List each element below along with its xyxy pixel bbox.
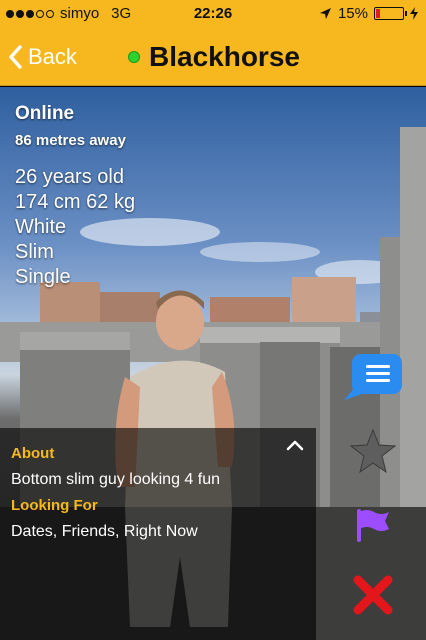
back-button[interactable]: Back (8, 40, 77, 74)
battery-percent: 15% (337, 5, 368, 22)
about-heading: About (11, 445, 55, 462)
status-bar: simyo 3G 22:26 15% (0, 0, 426, 28)
looking-for-heading: Looking For (11, 497, 98, 514)
profile-details: Online 86 metres away 26 years old 174 c… (15, 103, 135, 290)
online-status: Online (15, 103, 75, 124)
profile-title: Blackhorse (128, 40, 300, 74)
close-icon (353, 575, 393, 615)
online-indicator-icon (128, 51, 140, 63)
navigation-bar: Back Blackhorse (0, 28, 426, 86)
chevron-up-icon[interactable] (284, 434, 306, 456)
distance-text: 86 metres away (15, 132, 126, 149)
block-button[interactable] (352, 574, 394, 621)
about-text: Bottom slim guy looking 4 fun (11, 471, 220, 488)
profile-stats: 26 years old 174 cm 62 kg White Slim Sin… (15, 165, 135, 290)
about-panel: About Bottom slim guy looking 4 fun Look… (0, 428, 316, 640)
back-label: Back (28, 44, 77, 69)
star-icon (349, 428, 397, 474)
status-bar-right: 15% (319, 5, 418, 22)
looking-for-text: Dates, Friends, Right Now (11, 523, 198, 540)
charging-bolt-icon (410, 7, 418, 20)
chat-bubble-icon (344, 354, 402, 400)
profile-name: Blackhorse (149, 41, 300, 72)
stat-height-weight: 174 cm 62 kg (15, 191, 136, 213)
flag-button[interactable] (355, 507, 391, 548)
stat-body-type: Slim (15, 241, 54, 263)
location-arrow-icon (319, 8, 331, 19)
stat-relationship: Single (15, 266, 71, 288)
chat-button[interactable] (342, 352, 404, 409)
battery-icon (374, 7, 407, 20)
chevron-left-icon (9, 45, 22, 69)
favorite-button[interactable] (349, 428, 397, 479)
flag-icon (357, 509, 389, 542)
stat-ethnicity: White (15, 216, 67, 238)
stat-age: 26 years old (15, 166, 124, 188)
